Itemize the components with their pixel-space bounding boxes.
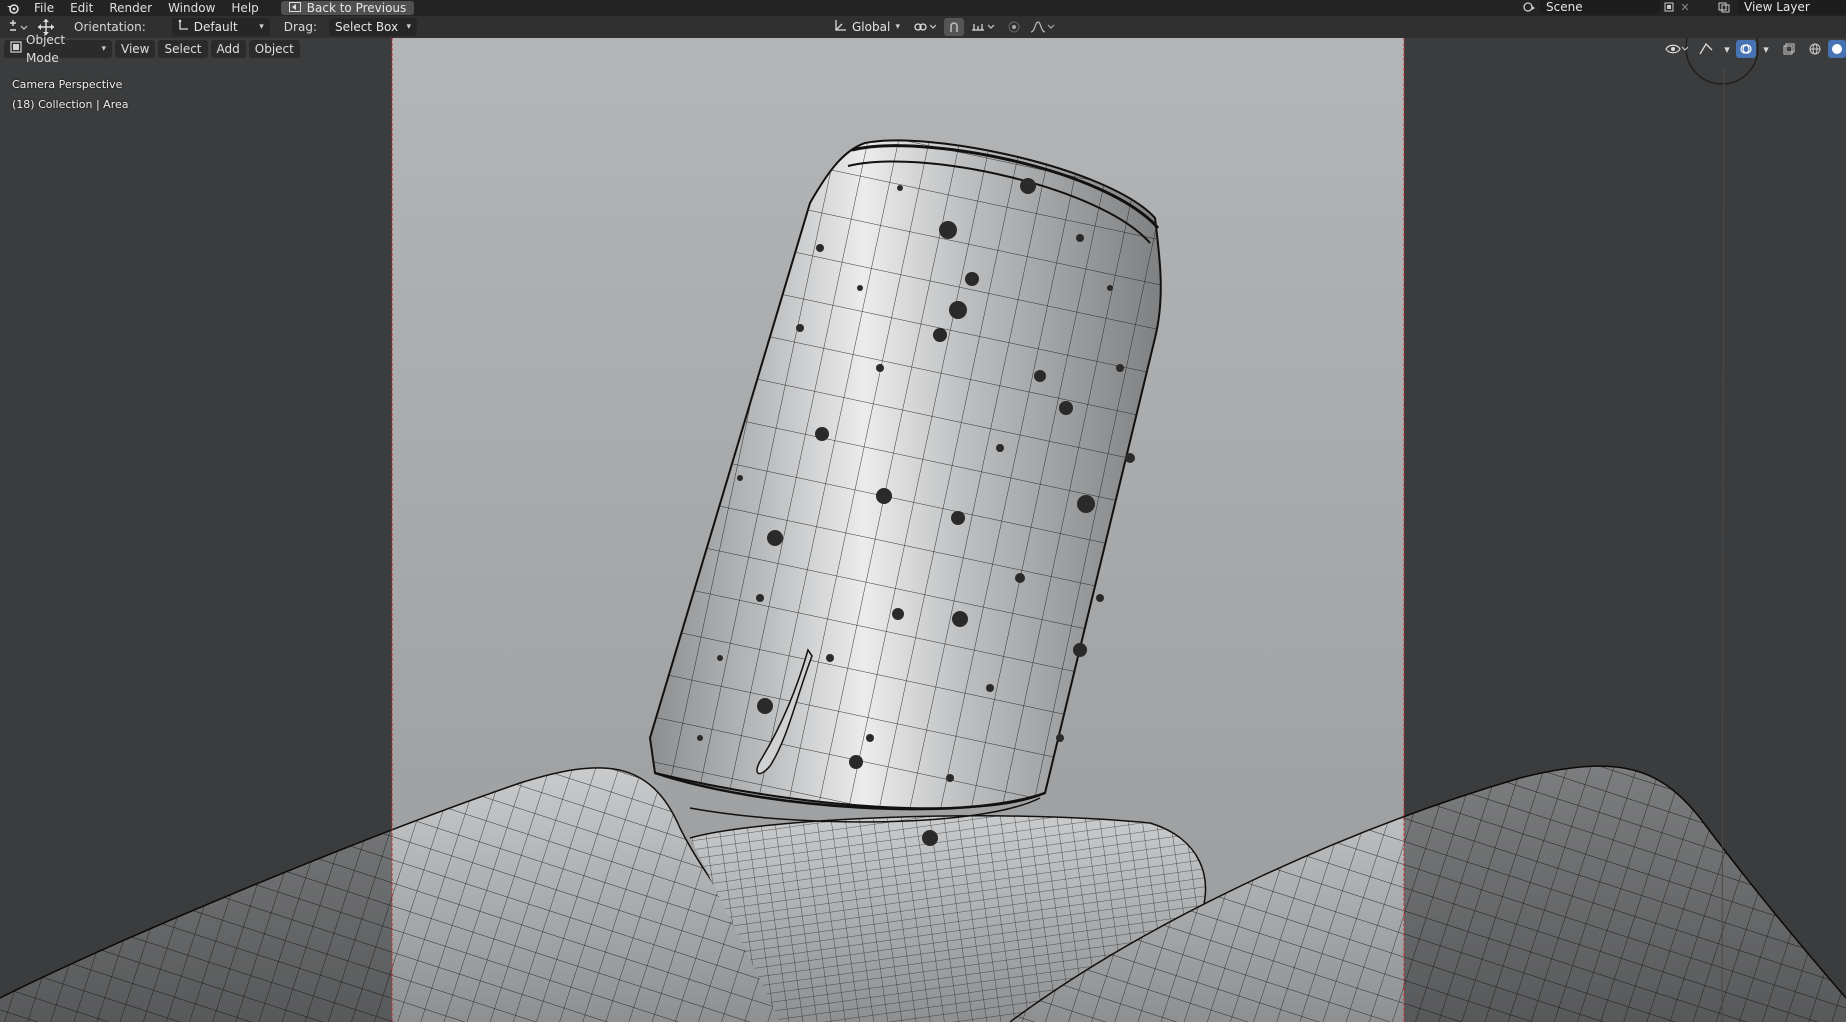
transform-options: Global ▾ (828, 18, 1058, 36)
top-menu-bar: File Edit Render Window Help Back to Pre… (0, 0, 1846, 16)
viewport-header: Object Mode ▾ View Select Add Object (0, 33, 1846, 65)
menu-view[interactable]: View (115, 40, 156, 58)
gizmo-dropdown-icon[interactable]: ▾ (1720, 40, 1734, 58)
back-to-previous-label: Back to Previous (306, 1, 407, 15)
view-layer-selector[interactable]: View Layer (1712, 0, 1846, 14)
view-layer-icon (1712, 0, 1738, 16)
back-icon (288, 1, 301, 15)
transform-orientation-dropdown[interactable]: Global ▾ (828, 18, 906, 36)
menu-help[interactable]: Help (223, 0, 266, 16)
menu-edit[interactable]: Edit (62, 0, 101, 16)
menu-object[interactable]: Object (248, 40, 300, 58)
drag-label: Drag: (283, 20, 317, 34)
orientation-icon (178, 18, 190, 36)
blender-window: File Edit Render Window Help Back to Pre… (0, 0, 1846, 1022)
menu-file[interactable]: File (26, 0, 62, 16)
snap-icon[interactable] (944, 18, 964, 36)
xray-icon[interactable] (1776, 40, 1802, 58)
view-layer-field[interactable]: View Layer (1738, 0, 1846, 14)
gizmo-icon[interactable] (1694, 40, 1718, 58)
scene-icon (1518, 0, 1540, 16)
tool-settings-header: Orientation: Default ▾ Drag: Select Box … (0, 16, 1846, 38)
orientation-dropdown[interactable]: Default ▾ (171, 18, 270, 36)
orientation-value: Default (193, 20, 238, 34)
wireframe-shading-icon[interactable] (1804, 40, 1826, 58)
scene-name-field[interactable]: Scene (1540, 0, 1660, 14)
overlay-icon[interactable] (1736, 40, 1756, 58)
menu-window[interactable]: Window (160, 0, 223, 16)
mode-value: Object Mode (26, 33, 66, 65)
chevron-down-icon: ▾ (895, 22, 900, 32)
collection-info-label: (18) Collection | Area (12, 98, 129, 111)
solid-shading-icon[interactable] (1828, 40, 1846, 58)
global-icon (834, 18, 848, 37)
proportional-icon[interactable] (1004, 18, 1024, 36)
viewport-render (0, 38, 1846, 1022)
new-scene-icon[interactable] (1660, 0, 1678, 16)
falloff-icon[interactable] (1028, 18, 1058, 36)
transform-orientation-value: Global (852, 20, 891, 34)
camera-perspective-label: Camera Perspective (12, 78, 123, 91)
close-icon[interactable]: ✕ (1678, 0, 1692, 16)
mode-dropdown[interactable]: Object Mode ▾ (4, 33, 112, 65)
pivot-icon[interactable] (910, 18, 940, 36)
overlay-dropdown-icon[interactable]: ▾ (1758, 40, 1774, 58)
drag-dropdown[interactable]: Select Box ▾ (328, 18, 417, 36)
viewport-display-controls: ▾ ▾ (1662, 40, 1846, 58)
blender-logo-icon[interactable] (0, 0, 26, 16)
menu-add[interactable]: Add (210, 40, 246, 58)
chevron-down-icon: ▾ (406, 22, 411, 32)
object-mode-icon (10, 40, 22, 58)
back-to-previous-button[interactable]: Back to Previous (280, 1, 415, 15)
menu-select[interactable]: Select (158, 40, 208, 58)
drag-value: Select Box (334, 20, 399, 34)
3d-viewport[interactable] (0, 38, 1846, 1022)
chevron-down-icon: ▾ (259, 22, 264, 32)
chevron-down-icon: ▾ (101, 44, 106, 54)
snap-target-icon[interactable] (968, 18, 1000, 36)
visibility-icon[interactable] (1662, 40, 1692, 58)
scene-selector[interactable]: Scene ✕ (1518, 0, 1692, 14)
menu-render[interactable]: Render (101, 0, 160, 16)
